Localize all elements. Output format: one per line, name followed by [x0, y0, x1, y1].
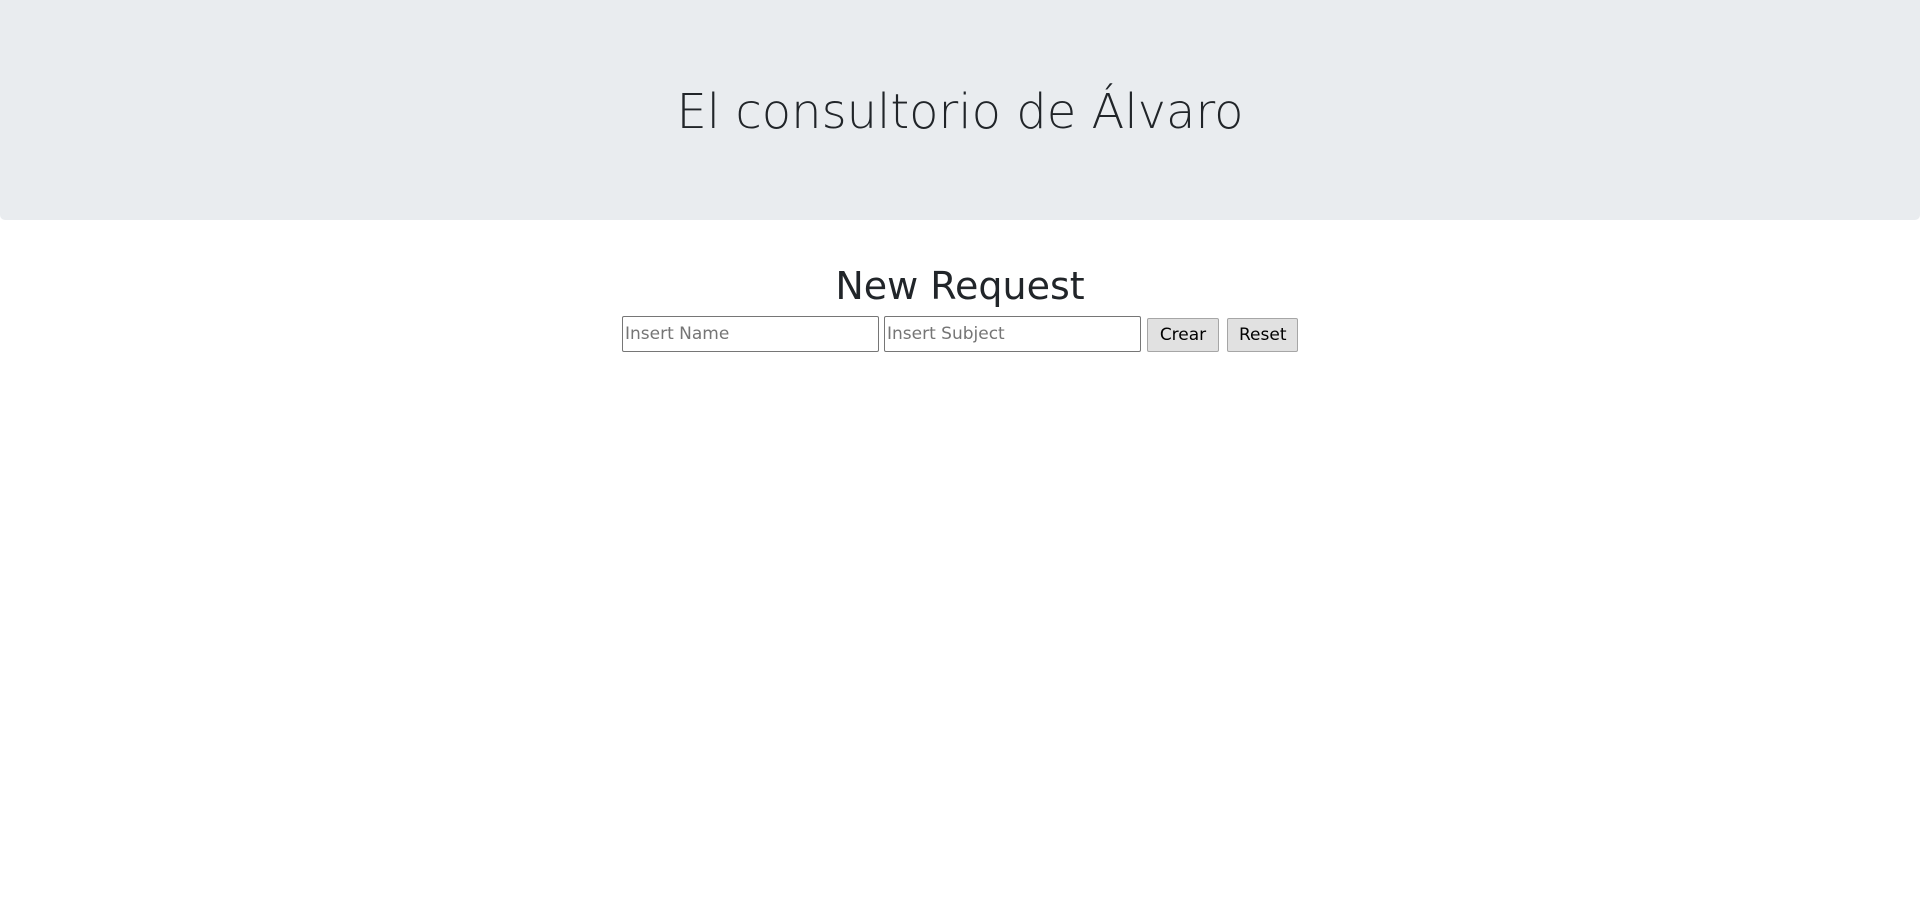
subject-input[interactable] [884, 316, 1141, 352]
name-input[interactable] [622, 316, 879, 352]
new-request-form: Crear Reset [0, 316, 1920, 352]
header-banner: El consultorio de Álvaro [0, 0, 1920, 220]
new-request-heading: New Request [835, 264, 1085, 308]
site-title: El consultorio de Álvaro [676, 84, 1244, 141]
new-request-section: New Request Crear Reset [0, 262, 1920, 352]
create-button[interactable]: Crear [1147, 318, 1219, 352]
reset-button[interactable]: Reset [1227, 318, 1298, 352]
